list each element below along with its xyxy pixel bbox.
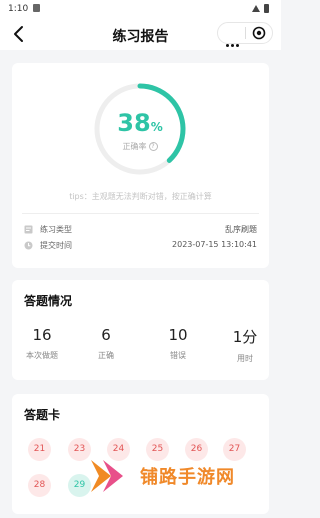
stat-label: 本次做题 — [26, 351, 58, 360]
help-icon[interactable]: ? — [148, 142, 158, 151]
mini-program-capsule — [217, 22, 273, 47]
nav-bar: 练习报告 — [0, 18, 281, 50]
watermark-logo-icon — [91, 460, 123, 492]
submit-time-label: 提交时间 — [40, 241, 72, 250]
divider — [22, 213, 259, 214]
answer-card-title: 答题卡 — [24, 408, 61, 422]
stats-row: 16 本次做题 6 正确 10 错误 1分 用时 — [12, 326, 269, 366]
stat-value: 6 — [101, 326, 111, 344]
sim-card-icon — [33, 4, 40, 12]
submit-time-value: 2023-07-15 13:10:41 — [172, 240, 257, 249]
stats-title: 答题情况 — [24, 294, 73, 308]
stat-wrong: 10 错误 — [148, 326, 208, 361]
stat-label: 用时 — [237, 354, 253, 363]
stat-value: 10 — [168, 326, 188, 344]
stat-time-used: 1分 用时 — [215, 326, 275, 364]
stat-value: 16 — [32, 326, 52, 344]
close-target-icon[interactable] — [252, 26, 266, 40]
signal-battery-icon — [252, 4, 269, 13]
accuracy-number: 38 — [117, 109, 151, 137]
watermark: 铺路手游网 — [88, 456, 278, 496]
capsule-divider — [245, 27, 246, 39]
more-menu-icon[interactable] — [226, 32, 241, 51]
practice-type-label: 练习类型 — [40, 225, 72, 234]
practice-type-row: 练习类型 乱序刷题 — [24, 223, 257, 237]
answer-bubble-wrong[interactable]: 21 — [28, 438, 51, 461]
clock-icon — [24, 241, 33, 250]
watermark-text: 铺路手游网 — [140, 467, 235, 488]
accuracy-value: 38% — [90, 109, 190, 137]
practice-type-value: 乱序刷题 — [225, 225, 257, 234]
stat-value: 1分 — [232, 328, 258, 346]
stat-label: 正确 — [98, 351, 114, 360]
submit-time-row: 提交时间 2023-07-15 13:10:41 — [24, 239, 257, 253]
accuracy-suffix: % — [150, 120, 163, 134]
answer-stats-card: 答题情况 16 本次做题 6 正确 10 错误 1分 用时 — [12, 280, 269, 380]
stat-correct: 6 正确 — [76, 326, 136, 361]
accuracy-label: 正确率 — [122, 142, 147, 151]
tips-text: tips：主观题无法判断对错，按正确计算 — [69, 192, 212, 201]
summary-card: 38% 正确率? tips：主观题无法判断对错，按正确计算 练习类型 乱序刷题 … — [12, 63, 269, 268]
answer-bubble-wrong[interactable]: 28 — [28, 474, 51, 497]
stat-label: 错误 — [170, 351, 186, 360]
accuracy-caption: 正确率? — [90, 141, 190, 152]
document-icon — [24, 225, 33, 234]
stat-total: 16 本次做题 — [12, 326, 72, 361]
status-time: 1:10 — [8, 4, 29, 14]
status-bar: 1:10 — [0, 0, 281, 18]
answer-card: 答题卡 21 23 24 25 26 27 28 29 — [12, 394, 269, 514]
